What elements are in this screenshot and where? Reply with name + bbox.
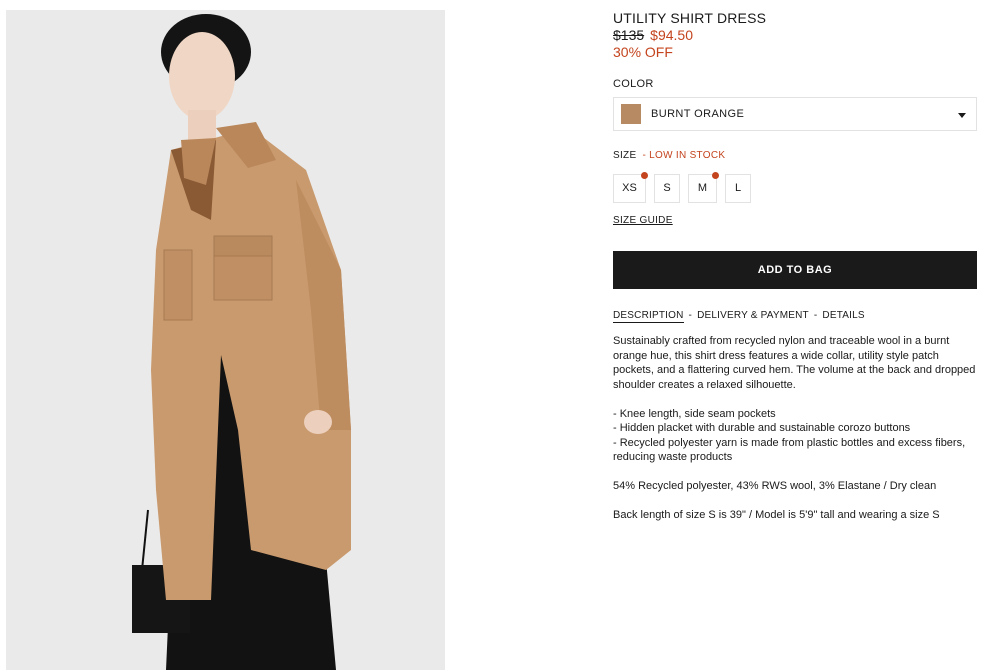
model-photo [6,10,445,670]
chevron-down-icon [958,113,966,118]
tab-separator: - [813,310,818,321]
size-option-label: M [697,182,708,194]
tab-details[interactable]: DETAILS [822,310,864,321]
color-selected-value: BURNT ORANGE [651,108,745,120]
low-stock-dot [712,172,719,179]
size-option-l[interactable]: L [725,174,751,203]
description-bullets: - Knee length, side seam pockets - Hidde… [613,407,977,465]
tab-delivery-payment[interactable]: DELIVERY & PAYMENT [697,310,809,321]
low-stock-note: - LOW IN STOCK [642,150,726,161]
description-intro: Sustainably crafted from recycled nylon … [613,335,976,391]
product-title: UTILITY SHIRT DRESS [613,10,767,26]
sale-price: $94.50 [650,27,693,43]
low-stock-dot [641,172,648,179]
list-item: - Recycled polyester yarn is made from p… [613,436,966,464]
price-row: $135 $94.50 [613,27,693,43]
description-fit: Back length of size S is 39" / Model is … [613,509,940,521]
size-row: SIZE - LOW IN STOCK [613,150,725,161]
size-guide-link[interactable]: SIZE GUIDE [613,215,673,226]
tab-description[interactable]: DESCRIPTION [613,310,684,323]
size-option-xs[interactable]: XS [613,172,648,203]
discount-label: 30% OFF [613,44,673,60]
description-content: Sustainably crafted from recycled nylon … [613,334,977,537]
list-item: - Knee length, side seam pockets [613,407,776,420]
product-image [6,10,445,670]
description-composition: 54% Recycled polyester, 43% RWS wool, 3%… [613,480,937,492]
info-tabs: DESCRIPTION - DELIVERY & PAYMENT - DETAILS [613,310,865,323]
color-swatch [621,104,641,124]
size-option-s[interactable]: S [654,174,680,203]
list-item: - Hidden placket with durable and sustai… [613,422,911,434]
color-label: COLOR [613,78,654,90]
size-option-label: L [734,182,742,194]
size-option-label: S [663,182,671,194]
add-to-bag-button[interactable]: ADD TO BAG [613,251,977,289]
size-option-label: XS [622,182,637,194]
tab-separator: - [688,310,693,321]
original-price: $135 [613,27,645,43]
color-select[interactable]: BURNT ORANGE [613,97,977,131]
size-option-m[interactable]: M [688,172,719,203]
size-label: SIZE [613,150,637,161]
